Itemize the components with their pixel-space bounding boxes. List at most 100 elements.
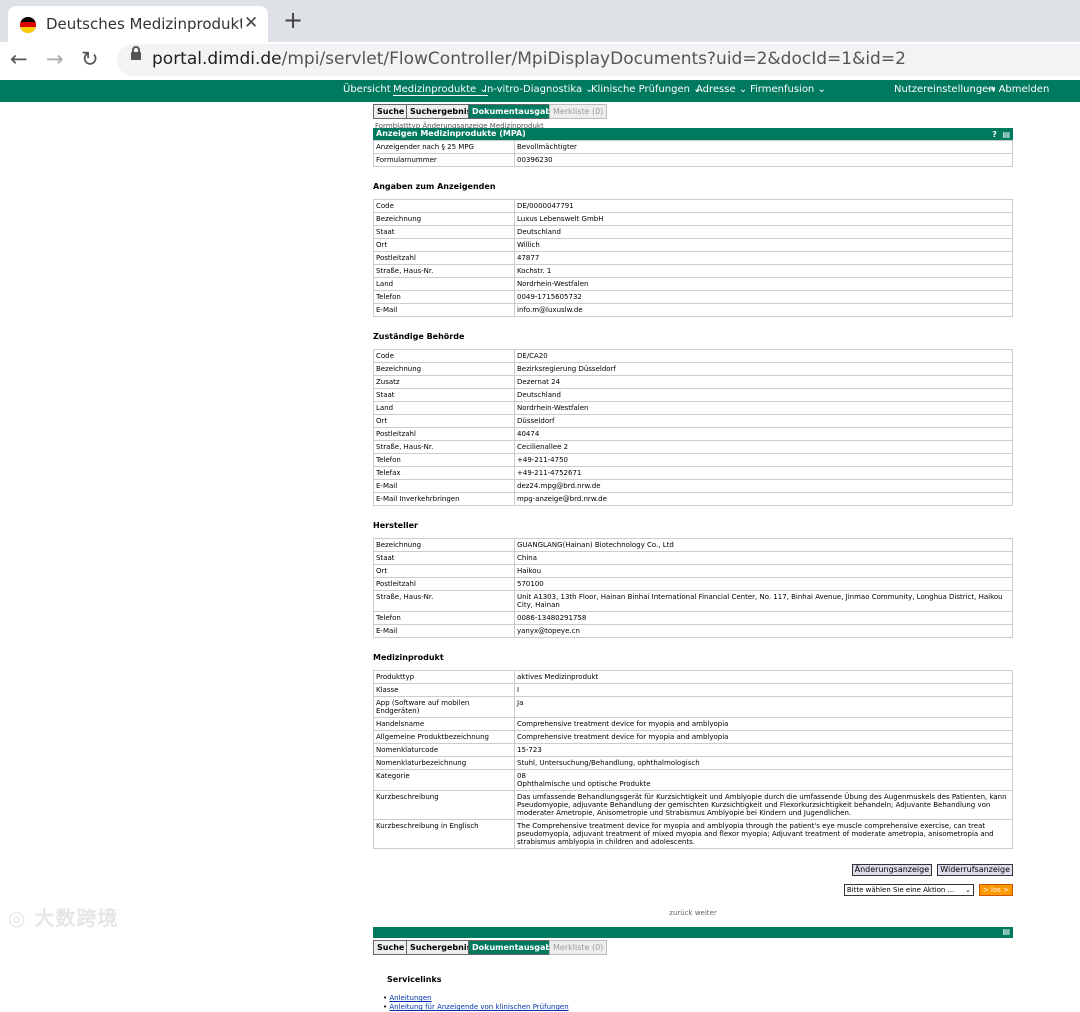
service-link-item[interactable]: • Anleitung für Anzeigende von klinische… xyxy=(383,1003,1013,1012)
tab-merkliste[interactable]: Merkliste (0) xyxy=(549,104,608,119)
field-value: aktives Medizinprodukt xyxy=(514,670,1013,684)
aenderungsanzeige-button[interactable]: Änderungsanzeige xyxy=(851,864,933,876)
field-label: Postleitzahl xyxy=(373,577,515,591)
field-value: Kochstr. 1 xyxy=(514,264,1013,278)
url-text: portal.dimdi.de/mpi/servlet/FlowControll… xyxy=(152,49,906,69)
table-row: Code DE/CA20 xyxy=(373,349,1013,363)
field-value: +49-211-4752671 xyxy=(514,466,1013,480)
table-row: E-Mail info.m@luxuslw.de xyxy=(373,303,1013,317)
close-tab-icon[interactable]: ✕ xyxy=(244,13,258,33)
widerrufsanzeige-button[interactable]: Widerrufsanzeige xyxy=(937,864,1013,876)
field-label: Produkttyp xyxy=(373,670,515,684)
service-link-item[interactable]: • Anleitungen xyxy=(383,994,1013,1003)
table-row: Anzeigender nach § 25 MPG Bevollmächtigte… xyxy=(373,140,1013,154)
section-table: Code DE/CA20 Bezeichnung Bezirksregierung D… xyxy=(373,349,1013,506)
header-table: Anzeigender nach § 25 MPG Bevollmächtigte… xyxy=(373,140,1013,167)
main-content: Suche Suchergebnis Dokumentausgabe Merkl… xyxy=(373,104,1013,1012)
tab-dokumentausgabe-bottom[interactable]: Dokumentausgabe xyxy=(468,940,561,955)
table-row: Staat Deutschland xyxy=(373,388,1013,402)
field-value: Nordrhein-Westfalen xyxy=(514,401,1013,415)
field-label: E-Mail xyxy=(373,479,515,493)
field-label: Bezeichnung xyxy=(373,212,515,226)
logout-link[interactable]: ⇥ Abmelden xyxy=(987,84,1049,95)
field-value: China xyxy=(514,551,1013,565)
forward-icon[interactable]: → xyxy=(46,47,64,71)
field-label: Telefon xyxy=(373,611,515,625)
field-label: Nomenklaturcode xyxy=(373,743,515,757)
table-row: Kategorie 08 Ophthalmische und optische P… xyxy=(373,769,1013,791)
print-icon-bottom[interactable]: ▤ xyxy=(1002,927,1010,936)
table-row: Bezeichnung Luxus Lebenswelt GmbH xyxy=(373,212,1013,226)
pager[interactable]: zurück weiter xyxy=(373,909,1013,917)
field-label: Kurzbeschreibung in Englisch xyxy=(373,819,515,849)
tab-suchergebnis[interactable]: Suchergebnis xyxy=(406,104,476,119)
field-value: mpg-anzeige@brd.nrw.de xyxy=(514,492,1013,506)
reload-icon[interactable]: ↻ xyxy=(81,47,99,71)
field-value: 00396230 xyxy=(514,153,1013,167)
field-value: 08 Ophthalmische und optische Produkte xyxy=(514,769,1013,791)
table-row: Staat China xyxy=(373,551,1013,565)
section-table: Produkttyp aktives Medizinprodukt Klasse I A… xyxy=(373,670,1013,849)
nav-item-medizinprodukte[interactable]: Medizinprodukte ⌄ xyxy=(393,84,488,96)
field-value: Unit A1303, 13th Floor, Hainan Binhai In… xyxy=(514,590,1013,612)
nav-item-uebersicht[interactable]: Übersicht xyxy=(343,84,391,95)
new-tab-icon[interactable]: + xyxy=(283,6,303,34)
field-label: App (Software auf mobilen Endgeräten) xyxy=(373,696,515,718)
nav-item-ivd[interactable]: In-vitro-Diagnostika ⌄ xyxy=(484,84,594,95)
nav-item-adresse[interactable]: Adresse ⌄ xyxy=(696,84,747,95)
field-label: Code xyxy=(373,349,515,363)
tab-suche[interactable]: Suche xyxy=(373,104,409,119)
field-value: Bezirksregierung Düsseldorf xyxy=(514,362,1013,376)
field-value: Ja xyxy=(514,696,1013,718)
tab-suchergebnis-bottom[interactable]: Suchergebnis xyxy=(406,940,476,955)
action-select[interactable]: Bitte wählen Sie eine Aktion ... ⌄ xyxy=(843,884,974,896)
table-row: Kurzbeschreibung in Englisch The Comprehe… xyxy=(373,819,1013,849)
field-value: 570100 xyxy=(514,577,1013,591)
table-row: Land Nordrhein-Westfalen xyxy=(373,401,1013,415)
section-title: Zuständige Behörde xyxy=(373,332,465,341)
tab-suche-bottom[interactable]: Suche xyxy=(373,940,409,955)
table-row: Nomenklaturbezeichnung Stuhl, Untersuchun… xyxy=(373,756,1013,770)
table-row: Straße, Haus-Nr. Cecilienallee 2 xyxy=(373,440,1013,454)
tab-dokumentausgabe[interactable]: Dokumentausgabe xyxy=(468,104,561,119)
field-label: Anzeigender nach § 25 MPG xyxy=(373,140,515,154)
browser-tab[interactable]: Deutsches Medizinprodukte-In ✕ xyxy=(8,6,268,42)
subtabs-top: Suche Suchergebnis Dokumentausgabe Merkl… xyxy=(373,104,1013,119)
field-value: Das umfassende Behandlungsgerät für Kurz… xyxy=(514,790,1013,820)
field-value: 0086-13480291758 xyxy=(514,611,1013,625)
table-row: Ort Düsseldorf xyxy=(373,414,1013,428)
nav-item-klinische-pruefungen[interactable]: Klinische Prüfungen ⌄ xyxy=(591,84,702,95)
section-title: Angaben zum Anzeigenden xyxy=(373,182,496,191)
user-settings-link[interactable]: Nutzereinstellungen xyxy=(894,84,995,95)
field-label: Staat xyxy=(373,551,515,565)
field-label: Bezeichnung xyxy=(373,538,515,552)
field-label: Allgemeine Produktbezeichnung xyxy=(373,730,515,744)
back-icon[interactable]: ← xyxy=(10,47,28,71)
field-value: 40474 xyxy=(514,427,1013,441)
table-row: Formularnummer 00396230 xyxy=(373,153,1013,167)
nav-item-firmenfusion[interactable]: Firmenfusion ⌄ xyxy=(750,84,826,95)
go-button[interactable]: > los > xyxy=(978,884,1013,896)
service-links: • Anleitungen • Anleitung für Anzeigende… xyxy=(383,994,1013,1012)
field-label: Postleitzahl xyxy=(373,251,515,265)
tab-merkliste-bottom[interactable]: Merkliste (0) xyxy=(549,940,608,955)
watermark-logo: ◎ 大数跨境 xyxy=(8,906,119,930)
watermark-icon: ◎ xyxy=(8,906,27,930)
help-icon[interactable]: ? xyxy=(992,130,997,139)
subtabs-bottom: Suche Suchergebnis Dokumentausgabe Merkl… xyxy=(373,940,1013,955)
table-row: Allgemeine Produktbezeichnung Comprehensi… xyxy=(373,730,1013,744)
field-label: E-Mail xyxy=(373,624,515,638)
section-title: Hersteller xyxy=(373,521,418,530)
field-value: GUANGLANG(Hainan) Biotechnology Co., Ltd xyxy=(514,538,1013,552)
field-value: Cecilienallee 2 xyxy=(514,440,1013,454)
print-icon[interactable]: ▤ xyxy=(1002,130,1010,139)
address-bar[interactable]: portal.dimdi.de/mpi/servlet/FlowControll… xyxy=(117,44,1080,76)
field-label: Ort xyxy=(373,414,515,428)
table-row: Zusatz Dezernat 24 xyxy=(373,375,1013,389)
table-row: Straße, Haus-Nr. Unit A1303, 13th Floor, … xyxy=(373,590,1013,612)
field-value: I xyxy=(514,683,1013,697)
field-value: Düsseldorf xyxy=(514,414,1013,428)
field-value: DE/CA20 xyxy=(514,349,1013,363)
chevron-down-icon: ⌄ xyxy=(964,886,971,894)
field-value: Deutschland xyxy=(514,388,1013,402)
